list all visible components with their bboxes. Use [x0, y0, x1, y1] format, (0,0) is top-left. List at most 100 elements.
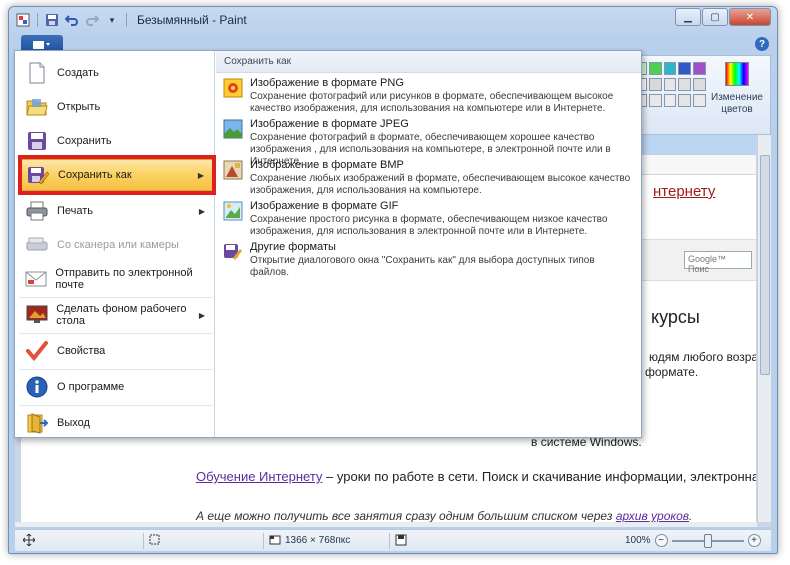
vertical-scroll-thumb[interactable] — [760, 155, 770, 375]
status-separator — [389, 533, 390, 549]
menu-item-scanner[interactable]: Со сканера или камеры — [19, 229, 213, 261]
option-description: Сохранение любых изображений в формате, … — [250, 173, 631, 196]
save-as-other-formats[interactable]: Другие форматы Открытие диалогового окна… — [222, 241, 634, 279]
customize-qat-icon[interactable]: ▾ — [104, 12, 120, 28]
color-swatch[interactable] — [663, 62, 677, 75]
menu-item-label: Свойства — [57, 345, 106, 357]
color-swatch[interactable] — [678, 62, 692, 75]
minimize-button[interactable]: ▁ — [675, 8, 701, 26]
menu-item-print[interactable]: Печать ▶ — [19, 195, 213, 227]
email-icon — [25, 267, 47, 291]
color-swatch[interactable] — [648, 62, 662, 75]
menu-item-about[interactable]: О программе — [19, 371, 213, 403]
quick-access-toolbar: ▾ — [15, 12, 129, 28]
menu-divider — [19, 405, 213, 406]
submenu-arrow-icon: ▶ — [197, 170, 204, 180]
menu-divider — [19, 333, 213, 334]
desktop-background-icon — [25, 303, 48, 327]
pasted-italic-link: архив уроков — [615, 509, 689, 522]
pasted-italic-end: . — [689, 509, 693, 522]
submenu-arrow-icon: ▶ — [198, 310, 205, 320]
menu-item-email[interactable]: Отправить по электронной почте — [19, 263, 213, 295]
menu-item-label: Печать — [57, 205, 94, 217]
submenu-arrow-icon: ▶ — [198, 206, 205, 216]
option-title: Изображение в формате JPEG — [250, 118, 409, 130]
maximize-button[interactable]: ▢ — [702, 8, 728, 26]
menu-item-label: О программе — [57, 381, 125, 393]
color-swatch[interactable] — [678, 94, 692, 107]
status-separator — [143, 533, 144, 549]
rainbow-icon — [725, 62, 749, 86]
close-button[interactable]: ✕ — [729, 8, 771, 26]
png-option-text: Изображение в формате PNG Сохранение фот… — [250, 77, 634, 115]
menu-item-properties[interactable]: Свойства — [19, 335, 213, 367]
menu-item-save-as[interactable]: Сохранить как ▶ — [19, 159, 213, 191]
cursor-position-icon — [23, 534, 35, 546]
save-as-bmp[interactable]: Изображение в формате BMP Сохранение люб… — [222, 159, 634, 197]
palette-row — [634, 94, 706, 107]
qat-separator — [37, 13, 38, 27]
menu-divider — [19, 369, 213, 370]
color-swatch[interactable] — [648, 78, 662, 91]
menu-item-label: Сохранить как — [58, 169, 132, 181]
pasted-link-bottom: Обучение Интернету — [196, 469, 323, 484]
window-title: Безымянный - Paint — [137, 13, 247, 27]
checkmark-icon — [25, 339, 49, 363]
zoom-controls: 100% − + — [625, 533, 761, 548]
other-formats-icon — [222, 241, 244, 263]
jpeg-image-icon — [222, 118, 244, 140]
menu-item-label: Открыть — [57, 101, 101, 113]
menu-item-exit[interactable]: Выход — [19, 407, 213, 439]
zoom-slider[interactable] — [671, 533, 744, 548]
other-formats-option-text: Другие форматы Открытие диалогового окна… — [250, 241, 634, 279]
save-icon[interactable] — [44, 12, 60, 28]
printer-icon — [25, 199, 49, 223]
pasted-italic-line: А еще можно получить все занятия сразу о… — [196, 509, 692, 522]
app-menu-icon — [33, 40, 50, 49]
horizontal-scrollbar[interactable] — [15, 522, 757, 527]
zoom-slider-thumb[interactable] — [703, 533, 712, 548]
undo-icon[interactable] — [64, 12, 80, 28]
color-swatch[interactable] — [693, 78, 706, 91]
image-size-cell: 1366 × 768пкс — [269, 534, 350, 546]
edit-colors-button[interactable]: Изменение цветов — [709, 60, 765, 116]
menu-item-new[interactable]: Создать — [19, 57, 213, 89]
cursor-position-cell — [23, 534, 35, 546]
save-as-icon — [26, 163, 50, 187]
google-search-box: Google™ Поис — [684, 251, 752, 274]
menu-item-save[interactable]: Сохранить — [19, 125, 213, 157]
bmp-image-icon — [222, 159, 244, 181]
file-size-cell — [395, 534, 407, 546]
open-folder-icon — [25, 95, 49, 119]
pasted-heading: курсы — [651, 307, 700, 327]
help-icon[interactable]: ? — [755, 37, 769, 51]
zoom-in-button[interactable]: + — [747, 534, 761, 547]
save-as-gif[interactable]: Изображение в формате GIF Сохранение про… — [222, 200, 634, 238]
caption-buttons: ▁ ▢ ✕ — [674, 8, 771, 26]
redo-icon[interactable] — [84, 12, 100, 28]
color-swatch[interactable] — [693, 62, 706, 75]
zoom-out-button[interactable]: − — [654, 534, 668, 547]
menu-item-open[interactable]: Открыть — [19, 91, 213, 123]
selection-size-icon — [149, 534, 160, 545]
save-as-submenu: Сохранить как Изображение в формате PNG … — [216, 51, 641, 437]
color-swatch[interactable] — [663, 78, 677, 91]
menu-item-label: Создать — [57, 67, 99, 79]
vertical-scrollbar[interactable] — [757, 135, 771, 522]
color-swatch[interactable] — [693, 94, 706, 107]
zoom-percent: 100% — [625, 535, 651, 546]
gif-option-text: Изображение в формате GIF Сохранение про… — [250, 200, 634, 238]
save-as-png[interactable]: Изображение в формате PNG Сохранение фот… — [222, 77, 634, 115]
color-swatch[interactable] — [678, 78, 692, 91]
menu-item-label: Сохранить — [57, 135, 112, 147]
image-size-icon — [269, 535, 281, 545]
palette-row — [634, 62, 706, 75]
paint-app-icon[interactable] — [15, 12, 31, 28]
color-swatch[interactable] — [648, 94, 662, 107]
selection-size-cell — [149, 534, 161, 546]
menu-item-desktop-background[interactable]: Сделать фоном рабочего стола ▶ — [19, 299, 213, 331]
gif-image-icon — [222, 200, 244, 222]
option-title: Другие форматы — [250, 241, 336, 253]
bmp-option-text: Изображение в формате BMP Сохранение люб… — [250, 159, 634, 197]
color-swatch[interactable] — [663, 94, 677, 107]
